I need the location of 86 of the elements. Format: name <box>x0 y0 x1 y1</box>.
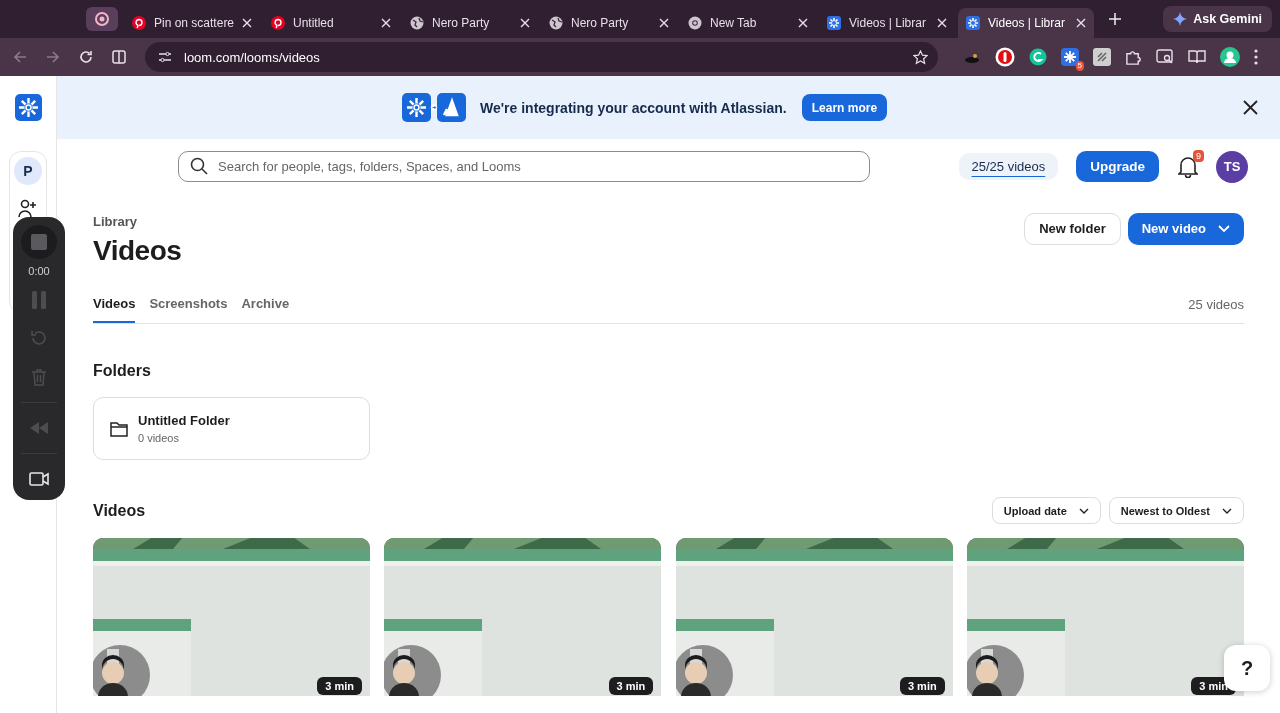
search-icon <box>190 157 208 175</box>
browser-tab[interactable]: Videos | Librar <box>958 8 1094 38</box>
asterisk-logo-icon <box>966 16 980 30</box>
tab-title: Untitled <box>293 16 335 30</box>
gemini-button[interactable]: Ask Gemini <box>1163 6 1272 32</box>
puzzle-icon[interactable] <box>1125 48 1142 66</box>
learn-more-button[interactable]: Learn more <box>801 94 888 121</box>
video-count: 25 videos <box>1188 296 1244 312</box>
browser-tab[interactable]: Untitled <box>263 8 399 38</box>
timer: 0:00 <box>28 265 50 278</box>
chevron-down-icon <box>1078 507 1089 514</box>
extension-badge: 5 <box>1075 61 1084 71</box>
section-heading: Folders <box>93 362 152 380</box>
duration-badge: 3 min <box>899 677 945 695</box>
tab[interactable]: Archive <box>241 285 290 323</box>
add-person-icon[interactable] <box>18 199 38 219</box>
reading-mode-icon[interactable] <box>1188 49 1206 65</box>
duration-badge: 3 min <box>317 677 362 695</box>
restart-icon <box>30 329 48 348</box>
close-icon[interactable] <box>1243 100 1258 115</box>
workspace-avatar[interactable]: P <box>14 157 42 185</box>
banner-message: We're integrating your account with Atlassian. <box>480 99 787 116</box>
stop-button[interactable] <box>21 225 57 260</box>
folder-card[interactable]: Untitled Folder 0 videos <box>93 397 370 460</box>
forward-icon[interactable] <box>46 50 60 64</box>
chevron-down-icon <box>1218 224 1230 233</box>
new-folder-button[interactable]: New folder <box>1024 212 1121 245</box>
bell-icon[interactable] <box>1178 155 1198 178</box>
browser-tab[interactable]: New Tab <box>680 8 816 38</box>
new-tab-icon[interactable] <box>1109 13 1121 25</box>
pause-icon <box>32 291 46 310</box>
upgrade-button[interactable]: Upgrade <box>1076 151 1159 182</box>
tab-title: Nero Party <box>432 16 491 30</box>
browser-tab[interactable]: Videos | Librar <box>819 8 955 38</box>
extension-icon[interactable] <box>995 47 1015 67</box>
site-settings-icon[interactable] <box>158 51 172 63</box>
sort-field-dropdown[interactable]: Upload date <box>991 497 1101 524</box>
sparkle-icon <box>1173 12 1188 26</box>
tab-title: Videos | Librar <box>988 16 1066 30</box>
asterisk-logo-icon[interactable] <box>14 94 42 121</box>
camera-icon <box>29 471 49 486</box>
chevron-down-icon <box>1222 507 1232 514</box>
globe-icon <box>410 16 424 30</box>
page-title: Videos <box>93 235 182 267</box>
back-icon[interactable] <box>13 50 27 64</box>
search-field[interactable]: Search for people, tags, folders, Spaces, and Looms <box>178 151 870 182</box>
reload-icon[interactable] <box>79 50 93 64</box>
menu-icon[interactable] <box>1254 49 1258 65</box>
globe-icon <box>549 16 563 30</box>
pin-logo-icon <box>271 16 285 30</box>
pin-logo-icon <box>132 16 146 30</box>
tab-title: Pin on scattere <box>154 16 234 30</box>
folder-count: 0 videos <box>138 432 180 444</box>
duration-badge: 3 min <box>608 677 654 695</box>
sort-order-dropdown[interactable]: Newest to Oldest <box>1108 497 1244 524</box>
profile-avatar-icon[interactable] <box>1220 47 1240 67</box>
user-avatar[interactable]: TS <box>1216 150 1248 183</box>
usage-link[interactable]: 25/25 videos <box>958 153 1059 180</box>
breadcrumb[interactable]: Library <box>93 214 182 229</box>
star-icon[interactable] <box>913 49 928 65</box>
extension-icon[interactable] <box>1029 48 1047 66</box>
stop-icon <box>31 234 47 251</box>
search-tab-icon[interactable] <box>1156 49 1174 65</box>
extension-icon[interactable] <box>1061 48 1079 66</box>
address-field[interactable]: loom.com/looms/videos <box>145 42 938 72</box>
browser-tab[interactable]: Nero Party <box>541 8 677 38</box>
pinned-tab[interactable] <box>86 7 118 31</box>
new-video-button[interactable]: New video <box>1127 212 1244 245</box>
tab[interactable]: Videos <box>93 285 136 323</box>
integration-logos-icon <box>402 93 466 122</box>
tab[interactable]: Screenshots <box>149 285 228 323</box>
section-heading: Videos <box>93 501 146 520</box>
folder-icon <box>110 420 128 437</box>
browser-logo-icon <box>688 16 702 30</box>
notification-badge: 9 <box>1193 149 1204 162</box>
target-icon <box>94 11 110 27</box>
trash-icon <box>31 367 47 386</box>
browser-tab[interactable]: Pin on scattere <box>124 8 260 38</box>
tab-title: Videos | Librar <box>849 16 927 30</box>
folder-name: Untitled Folder <box>138 413 230 428</box>
asterisk-logo-icon <box>827 16 841 30</box>
rewind-icon <box>30 421 48 434</box>
tab-title: New Tab <box>710 16 758 30</box>
tab-title: Nero Party <box>571 16 630 30</box>
browser-tab[interactable]: Nero Party <box>402 8 538 38</box>
split-view-icon[interactable] <box>112 50 126 64</box>
